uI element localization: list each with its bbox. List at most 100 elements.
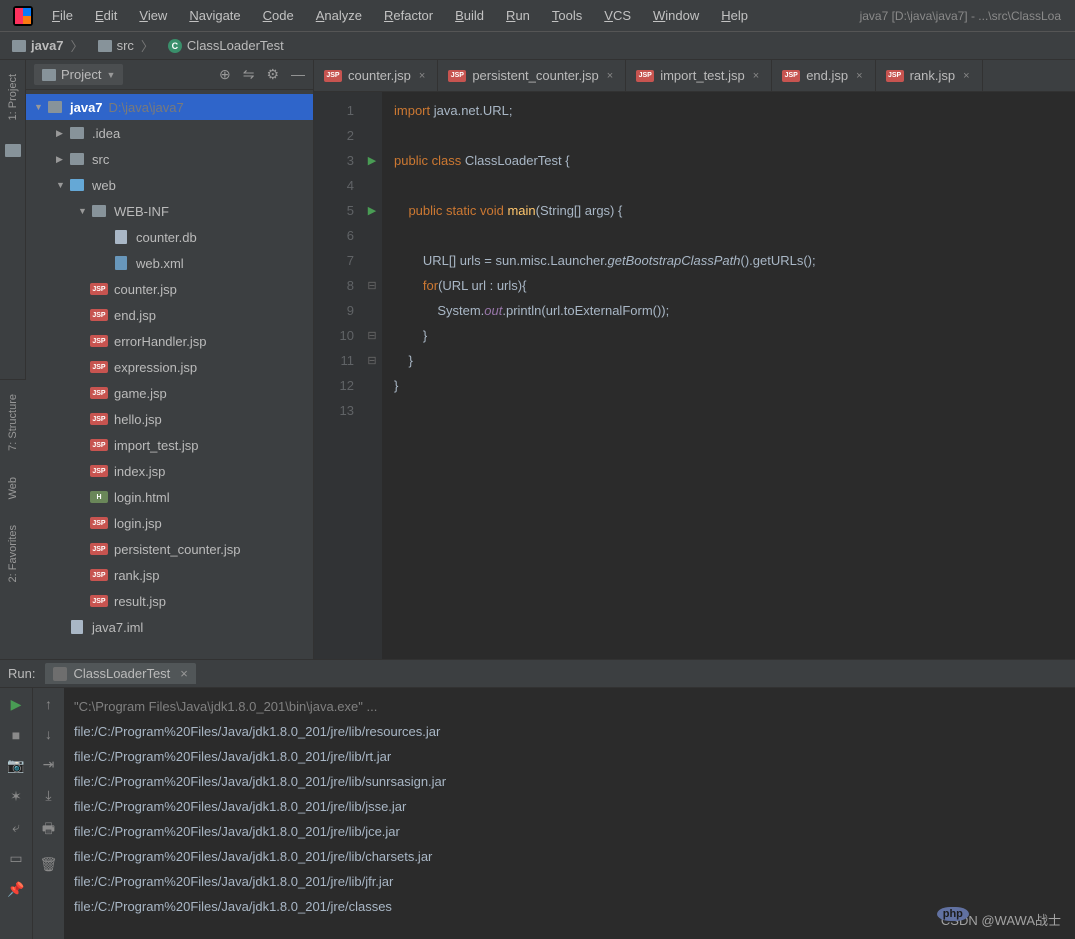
- editor-tab[interactable]: JSPpersistent_counter.jsp×: [438, 60, 626, 91]
- menu-refactor[interactable]: Refactor: [374, 4, 443, 27]
- stop-icon[interactable]: ■: [12, 727, 20, 743]
- editor-tab[interactable]: JSPcounter.jsp×: [314, 60, 438, 91]
- close-icon[interactable]: ×: [605, 70, 615, 82]
- folder-icon: [70, 179, 84, 191]
- pin-icon[interactable]: 📌: [7, 881, 24, 898]
- code-line[interactable]: import java.net.URL;: [394, 98, 1075, 123]
- tree-item[interactable]: web.xml: [26, 250, 313, 276]
- code-line[interactable]: public class ClassLoaderTest {: [394, 148, 1075, 173]
- breadcrumb-class[interactable]: C ClassLoaderTest: [162, 35, 290, 56]
- fold-icon[interactable]: ⊟: [367, 279, 376, 292]
- tree-item[interactable]: JSPimport_test.jsp: [26, 432, 313, 458]
- project-tree[interactable]: ▼java7D:\java\java7▶.idea▶src▼web▼WEB-IN…: [26, 90, 313, 659]
- code-line[interactable]: }: [394, 373, 1075, 398]
- menu-file[interactable]: File: [42, 4, 83, 27]
- code-line[interactable]: public static void main(String[] args) {: [394, 198, 1075, 223]
- tab-label: end.jsp: [806, 68, 848, 83]
- menu-edit[interactable]: Edit: [85, 4, 127, 27]
- wrap-icon[interactable]: ⇥: [43, 756, 55, 773]
- tree-item[interactable]: counter.db: [26, 224, 313, 250]
- menu-build[interactable]: Build: [445, 4, 494, 27]
- code-line[interactable]: }: [394, 348, 1075, 373]
- tree-item[interactable]: JSPresult.jsp: [26, 588, 313, 614]
- camera-icon[interactable]: 📷: [7, 757, 24, 774]
- close-icon[interactable]: ×: [961, 70, 971, 82]
- bookmark-icon[interactable]: [5, 144, 21, 157]
- run-gutter-icon[interactable]: ▶: [368, 204, 376, 217]
- breadcrumb-class-label: ClassLoaderTest: [187, 38, 284, 53]
- menu-code[interactable]: Code: [253, 4, 304, 27]
- tool-tab-favorites[interactable]: 2: Favorites: [7, 521, 19, 586]
- close-icon[interactable]: ×: [180, 666, 188, 681]
- code-line[interactable]: [394, 223, 1075, 248]
- menu-run[interactable]: Run: [496, 4, 540, 27]
- menu-window[interactable]: Window: [643, 4, 709, 27]
- jsp-icon: JSP: [90, 283, 108, 295]
- exit-icon[interactable]: ⤶: [12, 819, 20, 836]
- tool-tab-project[interactable]: 1: Project: [7, 70, 19, 124]
- tree-item[interactable]: JSPgame.jsp: [26, 380, 313, 406]
- tree-item[interactable]: JSPhello.jsp: [26, 406, 313, 432]
- gear-icon[interactable]: ⚙: [266, 66, 279, 83]
- run-gutter-icon[interactable]: ▶: [368, 154, 376, 167]
- run-config-icon: [53, 667, 67, 681]
- editor-body[interactable]: 12345678910111213 ▶▶⊟⊟⊟ import java.net.…: [314, 92, 1075, 659]
- breadcrumb-folder[interactable]: src 〉: [92, 33, 162, 58]
- tree-item[interactable]: JSPindex.jsp: [26, 458, 313, 484]
- tree-item[interactable]: JSPlogin.jsp: [26, 510, 313, 536]
- tree-item[interactable]: ▶.idea: [26, 120, 313, 146]
- tree-item[interactable]: JSPerrorHandler.jsp: [26, 328, 313, 354]
- code-line[interactable]: for(URL url : urls){: [394, 273, 1075, 298]
- trash-icon[interactable]: 🗑: [40, 856, 58, 873]
- tree-item[interactable]: JSPexpression.jsp: [26, 354, 313, 380]
- tree-root[interactable]: ▼java7D:\java\java7: [26, 94, 313, 120]
- tree-item[interactable]: Hlogin.html: [26, 484, 313, 510]
- code-line[interactable]: [394, 398, 1075, 423]
- code-line[interactable]: System.out.println(url.toExternalForm())…: [394, 298, 1075, 323]
- menu-view[interactable]: View: [129, 4, 177, 27]
- locate-icon[interactable]: ⊕: [219, 66, 231, 83]
- console-output[interactable]: "C:\Program Files\Java\jdk1.8.0_201\bin\…: [64, 688, 1075, 939]
- up-icon[interactable]: ↑: [45, 696, 52, 712]
- editor-tab[interactable]: JSPend.jsp×: [772, 60, 875, 91]
- print-icon[interactable]: 🖶: [42, 818, 55, 842]
- tree-item[interactable]: ▶src: [26, 146, 313, 172]
- editor-tab[interactable]: JSPrank.jsp×: [876, 60, 983, 91]
- close-icon[interactable]: ×: [854, 70, 864, 82]
- breadcrumb-project[interactable]: java7 〉: [6, 33, 92, 58]
- tree-item[interactable]: JSPpersistent_counter.jsp: [26, 536, 313, 562]
- tree-item[interactable]: JSPcounter.jsp: [26, 276, 313, 302]
- run-tab[interactable]: ClassLoaderTest ×: [45, 663, 195, 684]
- play-icon[interactable]: ▶: [11, 696, 22, 713]
- menu-help[interactable]: Help: [711, 4, 758, 27]
- menu-tools[interactable]: Tools: [542, 4, 592, 27]
- tree-item[interactable]: JSPend.jsp: [26, 302, 313, 328]
- fold-icon[interactable]: ⊟: [367, 354, 376, 367]
- project-view-selector[interactable]: Project ▼: [34, 64, 123, 85]
- menu-vcs[interactable]: VCS: [594, 4, 641, 27]
- scroll-icon[interactable]: ⤓: [45, 787, 51, 804]
- tree-item[interactable]: ▼web: [26, 172, 313, 198]
- tool-tab-web[interactable]: Web: [7, 473, 19, 503]
- code-line[interactable]: }: [394, 323, 1075, 348]
- menu-navigate[interactable]: Navigate: [179, 4, 250, 27]
- code-line[interactable]: [394, 123, 1075, 148]
- menu-analyze[interactable]: Analyze: [306, 4, 372, 27]
- code-area[interactable]: import java.net.URL; public class ClassLo…: [382, 92, 1075, 659]
- fold-icon[interactable]: ⊟: [367, 329, 376, 342]
- debug-icon[interactable]: ✶: [10, 788, 22, 805]
- hide-icon[interactable]: —: [291, 66, 305, 83]
- tree-item[interactable]: ▼WEB-INF: [26, 198, 313, 224]
- tool-tab-structure[interactable]: 7: Structure: [7, 390, 19, 455]
- close-icon[interactable]: ×: [417, 70, 427, 82]
- line-number: 10: [314, 323, 354, 348]
- editor-tab[interactable]: JSPimport_test.jsp×: [626, 60, 772, 91]
- layout-icon[interactable]: ▭: [9, 850, 22, 867]
- tree-item[interactable]: java7.iml: [26, 614, 313, 640]
- tree-item[interactable]: JSPrank.jsp: [26, 562, 313, 588]
- collapse-icon[interactable]: ⇋: [243, 66, 255, 83]
- close-icon[interactable]: ×: [751, 70, 761, 82]
- down-icon[interactable]: ↓: [45, 726, 52, 742]
- code-line[interactable]: URL[] urls = sun.misc.Launcher.getBootst…: [394, 248, 1075, 273]
- code-line[interactable]: [394, 173, 1075, 198]
